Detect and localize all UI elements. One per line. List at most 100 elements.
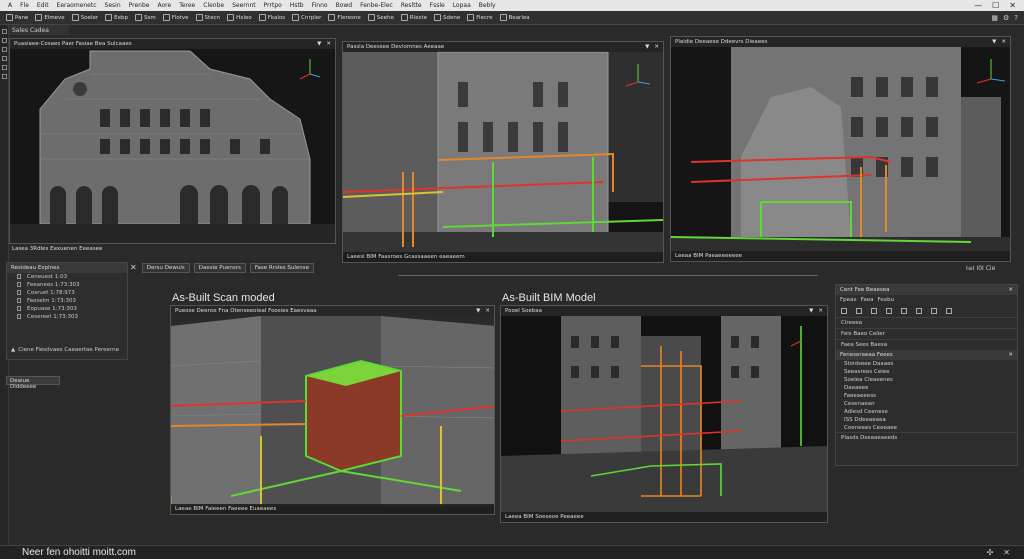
viewport-scan-overview[interactable]: Puasiaee-Cosaes Paer Fasiae Bea Sulcaaes… [9, 38, 336, 244]
viewport-footer: Laeesl BIM Faasroes Gcassaaeen eaeaeem [343, 252, 663, 262]
tree-item[interactable]: Faeeaeeess [836, 392, 1017, 400]
menu-item[interactable]: Hstb [286, 2, 308, 9]
menu-item[interactable]: Bebly [475, 2, 500, 9]
menu-item[interactable]: Clenbe [199, 2, 228, 9]
menu-item[interactable]: Lopaa [449, 2, 475, 9]
filter-icon[interactable]: ▼ [809, 308, 813, 314]
toolbar-button[interactable]: Fkalos [256, 12, 288, 24]
viewport-tool-button[interactable]: Daesie Puensrs [193, 262, 246, 273]
grid-icon[interactable]: ▦ [991, 14, 998, 22]
tab[interactable]: Faea [861, 297, 874, 303]
strip-icon[interactable] [2, 38, 7, 43]
menu-item[interactable]: Prenbe [125, 2, 154, 9]
close-icon[interactable]: ✕ [1003, 548, 1010, 557]
tab[interactable]: Fpeax [840, 297, 857, 303]
close-icon[interactable]: ✕ [1008, 287, 1013, 293]
tool-icon[interactable] [856, 308, 862, 314]
close-icon[interactable]: ✕ [130, 263, 138, 272]
viewport-tool-button[interactable]: Fase Rrsles Sulense [249, 262, 314, 273]
tree-item[interactable]: Soeiea Cleaeenes [836, 376, 1017, 384]
menu-item[interactable]: Teree [175, 2, 199, 9]
viewport-bim-overlay-2[interactable]: Plaidie Deeaese Ddeevrs Dieaees ▼ ✕ Leeaa … [670, 36, 1011, 262]
tree-item[interactable]: Cesereet 1:73:303 [7, 313, 127, 321]
toolbar-button[interactable]: Hxleo [224, 12, 255, 24]
tree-item[interactable]: Seeasrees Ceiee [836, 368, 1017, 376]
close-button[interactable]: ✕ [1009, 1, 1016, 10]
help-icon[interactable]: ? [1014, 14, 1018, 22]
toolbar-button[interactable]: Eebp [102, 12, 131, 24]
tree-item[interactable]: Adlesd Ceenese [836, 408, 1017, 416]
maximize-button[interactable]: ☐ [992, 1, 999, 10]
close-icon[interactable]: ✕ [1001, 39, 1006, 45]
menu-item[interactable]: Fssle [426, 2, 449, 9]
tree-item[interactable]: Feeanees 1:73:303 [7, 281, 127, 289]
toolbar-button[interactable]: Elmeve [32, 12, 67, 24]
tree-item[interactable]: Cesenaean [836, 400, 1017, 408]
tree-item[interactable]: Eopuase 1:73:303 [7, 305, 127, 313]
tool-icon[interactable] [916, 308, 922, 314]
menu-item[interactable]: Finno [308, 2, 332, 9]
tab[interactable]: Feabu [877, 297, 894, 303]
strip-icon[interactable] [2, 56, 7, 61]
tool-icon[interactable] [886, 308, 892, 314]
toolbar-button[interactable]: Rleste [398, 12, 430, 24]
menu-item[interactable]: Sesin [101, 2, 125, 9]
left-panel-button[interactable]: Deaiue Dlddeeee [6, 376, 60, 390]
viewport-bim-overlay-1[interactable]: Passla Deessee Devlomnes Aeeaae ▼ ✕ Laeesl… [342, 41, 664, 263]
viewport-scan-detail[interactable]: Pueose Deenss Fna Otenseeoleal Foosies E… [170, 305, 495, 515]
toolbar-button[interactable]: Soeler [69, 12, 101, 24]
strip-icon[interactable] [2, 65, 7, 70]
viewport-tool-button[interactable]: Dersu Dewuis [141, 262, 190, 273]
tree-item[interactable]: Stoidseee Daaaes [836, 360, 1017, 368]
toolbar-button[interactable]: Ssm [132, 12, 159, 24]
toolbar-button[interactable]: Fleresne [325, 12, 363, 24]
tool-icon[interactable] [931, 308, 937, 314]
menu-item[interactable]: Seernnt [228, 2, 260, 9]
strip-icon[interactable] [2, 47, 7, 52]
toolbar-button[interactable]: Pane [3, 12, 31, 24]
toolbar-button[interactable]: Cnrpler [289, 12, 324, 24]
menu-app-icon[interactable]: A [4, 2, 16, 9]
menu-item[interactable]: Fle [16, 2, 33, 9]
tree-item[interactable]: ISS Ddeeaeaea [836, 416, 1017, 424]
filter-icon[interactable]: ▼ [992, 39, 996, 45]
filter-icon[interactable]: ▼ [476, 308, 480, 314]
toolbar-button[interactable]: Bearlea [497, 12, 533, 24]
network-icon[interactable]: ✣ [987, 548, 994, 557]
settings-icon[interactable]: ⚙ [1003, 14, 1009, 22]
menu-item[interactable]: Fenbe-Elec [356, 2, 397, 9]
tool-icon[interactable] [901, 308, 907, 314]
tree-item[interactable]: Daeaeee [836, 384, 1017, 392]
toolbar-button[interactable]: Sdene [431, 12, 463, 24]
strip-icon[interactable] [2, 74, 7, 79]
left-panel-tab[interactable]: Sales Cadea [9, 25, 69, 35]
strip-icon[interactable] [2, 29, 7, 34]
viewport-bim-detail[interactable]: Pooel Soebaa ▼ ✕ Laeea BIM Soeseoe Peeaeee [500, 305, 828, 523]
menu-item[interactable]: Prrtpo [260, 2, 286, 9]
minimize-button[interactable]: — [974, 1, 982, 10]
tool-icon[interactable] [841, 308, 847, 314]
menu-item[interactable]: Edit [33, 2, 53, 9]
tree-item[interactable]: Ceneuest 1:03 [7, 273, 127, 281]
toolbar-button[interactable]: Stecn [193, 12, 224, 24]
filter-icon[interactable]: ▼ [645, 44, 649, 50]
menu-item[interactable]: Resltte [397, 2, 426, 9]
toolbar-button[interactable]: Fiecre [464, 12, 495, 24]
tool-icon[interactable] [871, 308, 877, 314]
tool-icon[interactable] [946, 308, 952, 314]
toolbar-button[interactable]: Seehe [365, 12, 397, 24]
zoom-controls[interactable]: I≡I I0I Cie [966, 265, 995, 272]
filter-icon[interactable]: ▼ [317, 41, 321, 47]
close-icon[interactable]: ✕ [485, 308, 490, 314]
tree-item[interactable]: Faoselm 1:73:303 [7, 297, 127, 305]
toolbar-button[interactable]: Flotve [160, 12, 192, 24]
menu-item[interactable]: Bowd [332, 2, 357, 9]
close-icon[interactable]: ✕ [818, 308, 823, 314]
tree-item[interactable]: Cosruet 1:78:973 [7, 289, 127, 297]
menu-item[interactable]: Eeraomenetc [53, 2, 101, 9]
close-icon[interactable]: ✕ [654, 44, 659, 50]
close-icon[interactable]: ✕ [326, 41, 331, 47]
tree-item[interactable]: Coeneees Ceeeaee [836, 424, 1017, 432]
menu-item[interactable]: Aore [153, 2, 175, 9]
close-icon[interactable]: ✕ [1008, 352, 1013, 358]
